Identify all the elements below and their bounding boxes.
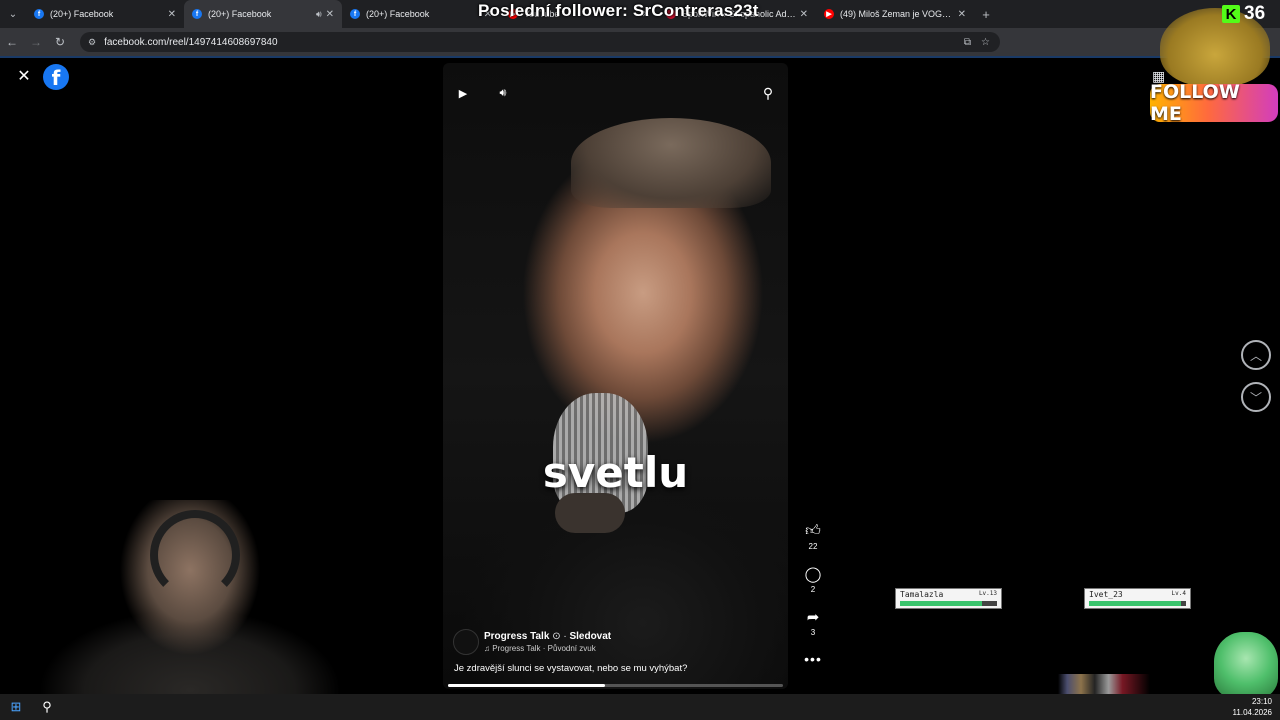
clock-time: 23:10 [1251,697,1272,706]
tab-close-icon[interactable]: ✕ [800,9,808,20]
thumbs-up-icon: 👍︎ [805,522,821,539]
video-progress-bar[interactable] [448,684,783,687]
kick-viewer-badge: K 36 [1222,3,1265,25]
tab-audio-icon[interactable]: 🔊︎ [316,9,322,20]
kick-viewer-count: 36 [1244,3,1266,24]
browser-tab[interactable]: f (20+) Facebook ✕ [26,0,184,28]
more-options-icon[interactable]: ••• [804,651,822,667]
next-reel-button[interactable]: ﹀ [1241,382,1271,412]
facebook-logo-icon[interactable]: f [43,64,69,90]
bookmark-star-icon[interactable]: ☆ [981,37,990,48]
tree-overlay [1214,632,1278,698]
tab-title: (49) Miloš Zeman je VOGON! [840,9,954,19]
headset [150,510,240,600]
hp-bar [900,601,997,606]
facebook-icon: f [34,9,44,19]
clock-date: 11.04.2026 [1232,708,1272,717]
player-level: Lv.4 [1171,590,1186,597]
play-icon[interactable]: ▶ [451,81,475,105]
taskbar: ⊞ ⚲ 23:10 11.04.2026 [0,694,1280,720]
player-level: Lv.13 [978,590,997,597]
facebook-icon: f [350,9,360,19]
reel-video[interactable]: ▶ 🔊︎ ⚲ svetlu Progress Talk ⊙ · Sledovat… [443,63,788,689]
audio-source[interactable]: Progress Talk · Původní zvuk [492,644,595,653]
reel-actions: 👍︎ 22 ◯ 2 ➦ 3 ••• [800,522,826,667]
facebook-icon: f [192,9,202,19]
video-progress-fill [448,684,606,687]
kick-logo-icon: K [1222,5,1240,23]
previous-reel-button[interactable]: ︿ [1241,340,1271,370]
player-name: Ivet_23 [1089,590,1123,599]
music-note-icon: ♫ [484,644,493,653]
last-follower-banner: Poslední follower: SrContreras23t [478,1,759,20]
tab-title: (20+) Facebook [50,9,114,19]
tab-close-icon[interactable]: ✕ [958,9,966,20]
verified-icon: ⊙ · [552,631,570,642]
comment-icon: ◯ [804,566,822,583]
follow-me-badge: FOLLOW ME [1150,81,1278,125]
youtube-icon: ▶ [824,9,834,19]
video-frame-hair [571,118,771,208]
close-icon[interactable]: ✕ [14,66,34,86]
share-count: 3 [810,628,816,637]
new-tab-button[interactable]: + [974,7,998,22]
taskbar-search-icon[interactable]: ⚲ [32,699,62,715]
search-icon[interactable]: ⚲ [756,81,780,105]
author-name[interactable]: Progress Talk [484,631,549,642]
follow-button[interactable]: Sledovat [569,631,611,642]
hp-bar [1089,601,1186,606]
tab-title: (20+) Facebook [208,9,272,19]
video-frame-mic-body [555,493,625,533]
browser-tab[interactable]: f (20+) Facebook 🔊︎ ✕ [184,0,342,28]
player-card: Tamalazla Lv.13 [895,588,1002,609]
install-app-icon[interactable]: ⧉ [964,37,971,48]
forward-button[interactable]: → [24,35,48,49]
share-icon: ➦ [806,609,820,626]
hp-fill [900,601,983,606]
comment-button[interactable]: ◯ 2 [805,565,822,594]
browser-tab[interactable]: ▶ (49) Miloš Zeman je VOGON! ✕ [816,0,974,28]
player-card: Ivet_23 Lv.4 [1084,588,1191,609]
hp-fill [1089,601,1182,606]
tab-title: (20+) Facebook [366,9,430,19]
toolbar: ← → ↻ ⚙ facebook.com/reel/14974146086978… [0,28,1280,74]
back-button[interactable]: ← [0,35,24,49]
video-caption: svetlu [542,448,689,497]
tab-search-button[interactable]: ⌄ [0,0,26,28]
windows-start-icon[interactable]: ⊞ [0,699,32,715]
url-text: facebook.com/reel/1497414608697840 [104,36,278,48]
browser-tab[interactable]: f (20+) Facebook ✕ [342,0,500,28]
player-name: Tamalazla [900,590,944,599]
reel-description: Je zdravější slunci se vystavovat, nebo … [454,663,688,674]
system-clock[interactable]: 23:10 11.04.2026 [1233,696,1272,718]
like-count: 22 [808,542,818,551]
streamer-webcam [40,500,360,700]
tab-close-icon[interactable]: ✕ [326,9,334,20]
author-avatar[interactable] [453,629,479,655]
site-info-icon[interactable]: ⚙ [88,37,96,48]
reload-button[interactable]: ↻ [48,35,72,49]
volume-icon[interactable]: 🔊︎ [491,81,515,105]
address-bar[interactable]: ⚙ facebook.com/reel/1497414608697840 ⧉ ☆ [80,32,1000,52]
like-button[interactable]: 👍︎ 22 [805,522,821,551]
share-button[interactable]: ➦ 3 [807,608,820,637]
tab-close-icon[interactable]: ✕ [168,9,176,20]
author-block: Progress Talk ⊙ · Sledovat ♫ Progress Ta… [453,629,611,655]
comment-count: 2 [810,585,816,594]
